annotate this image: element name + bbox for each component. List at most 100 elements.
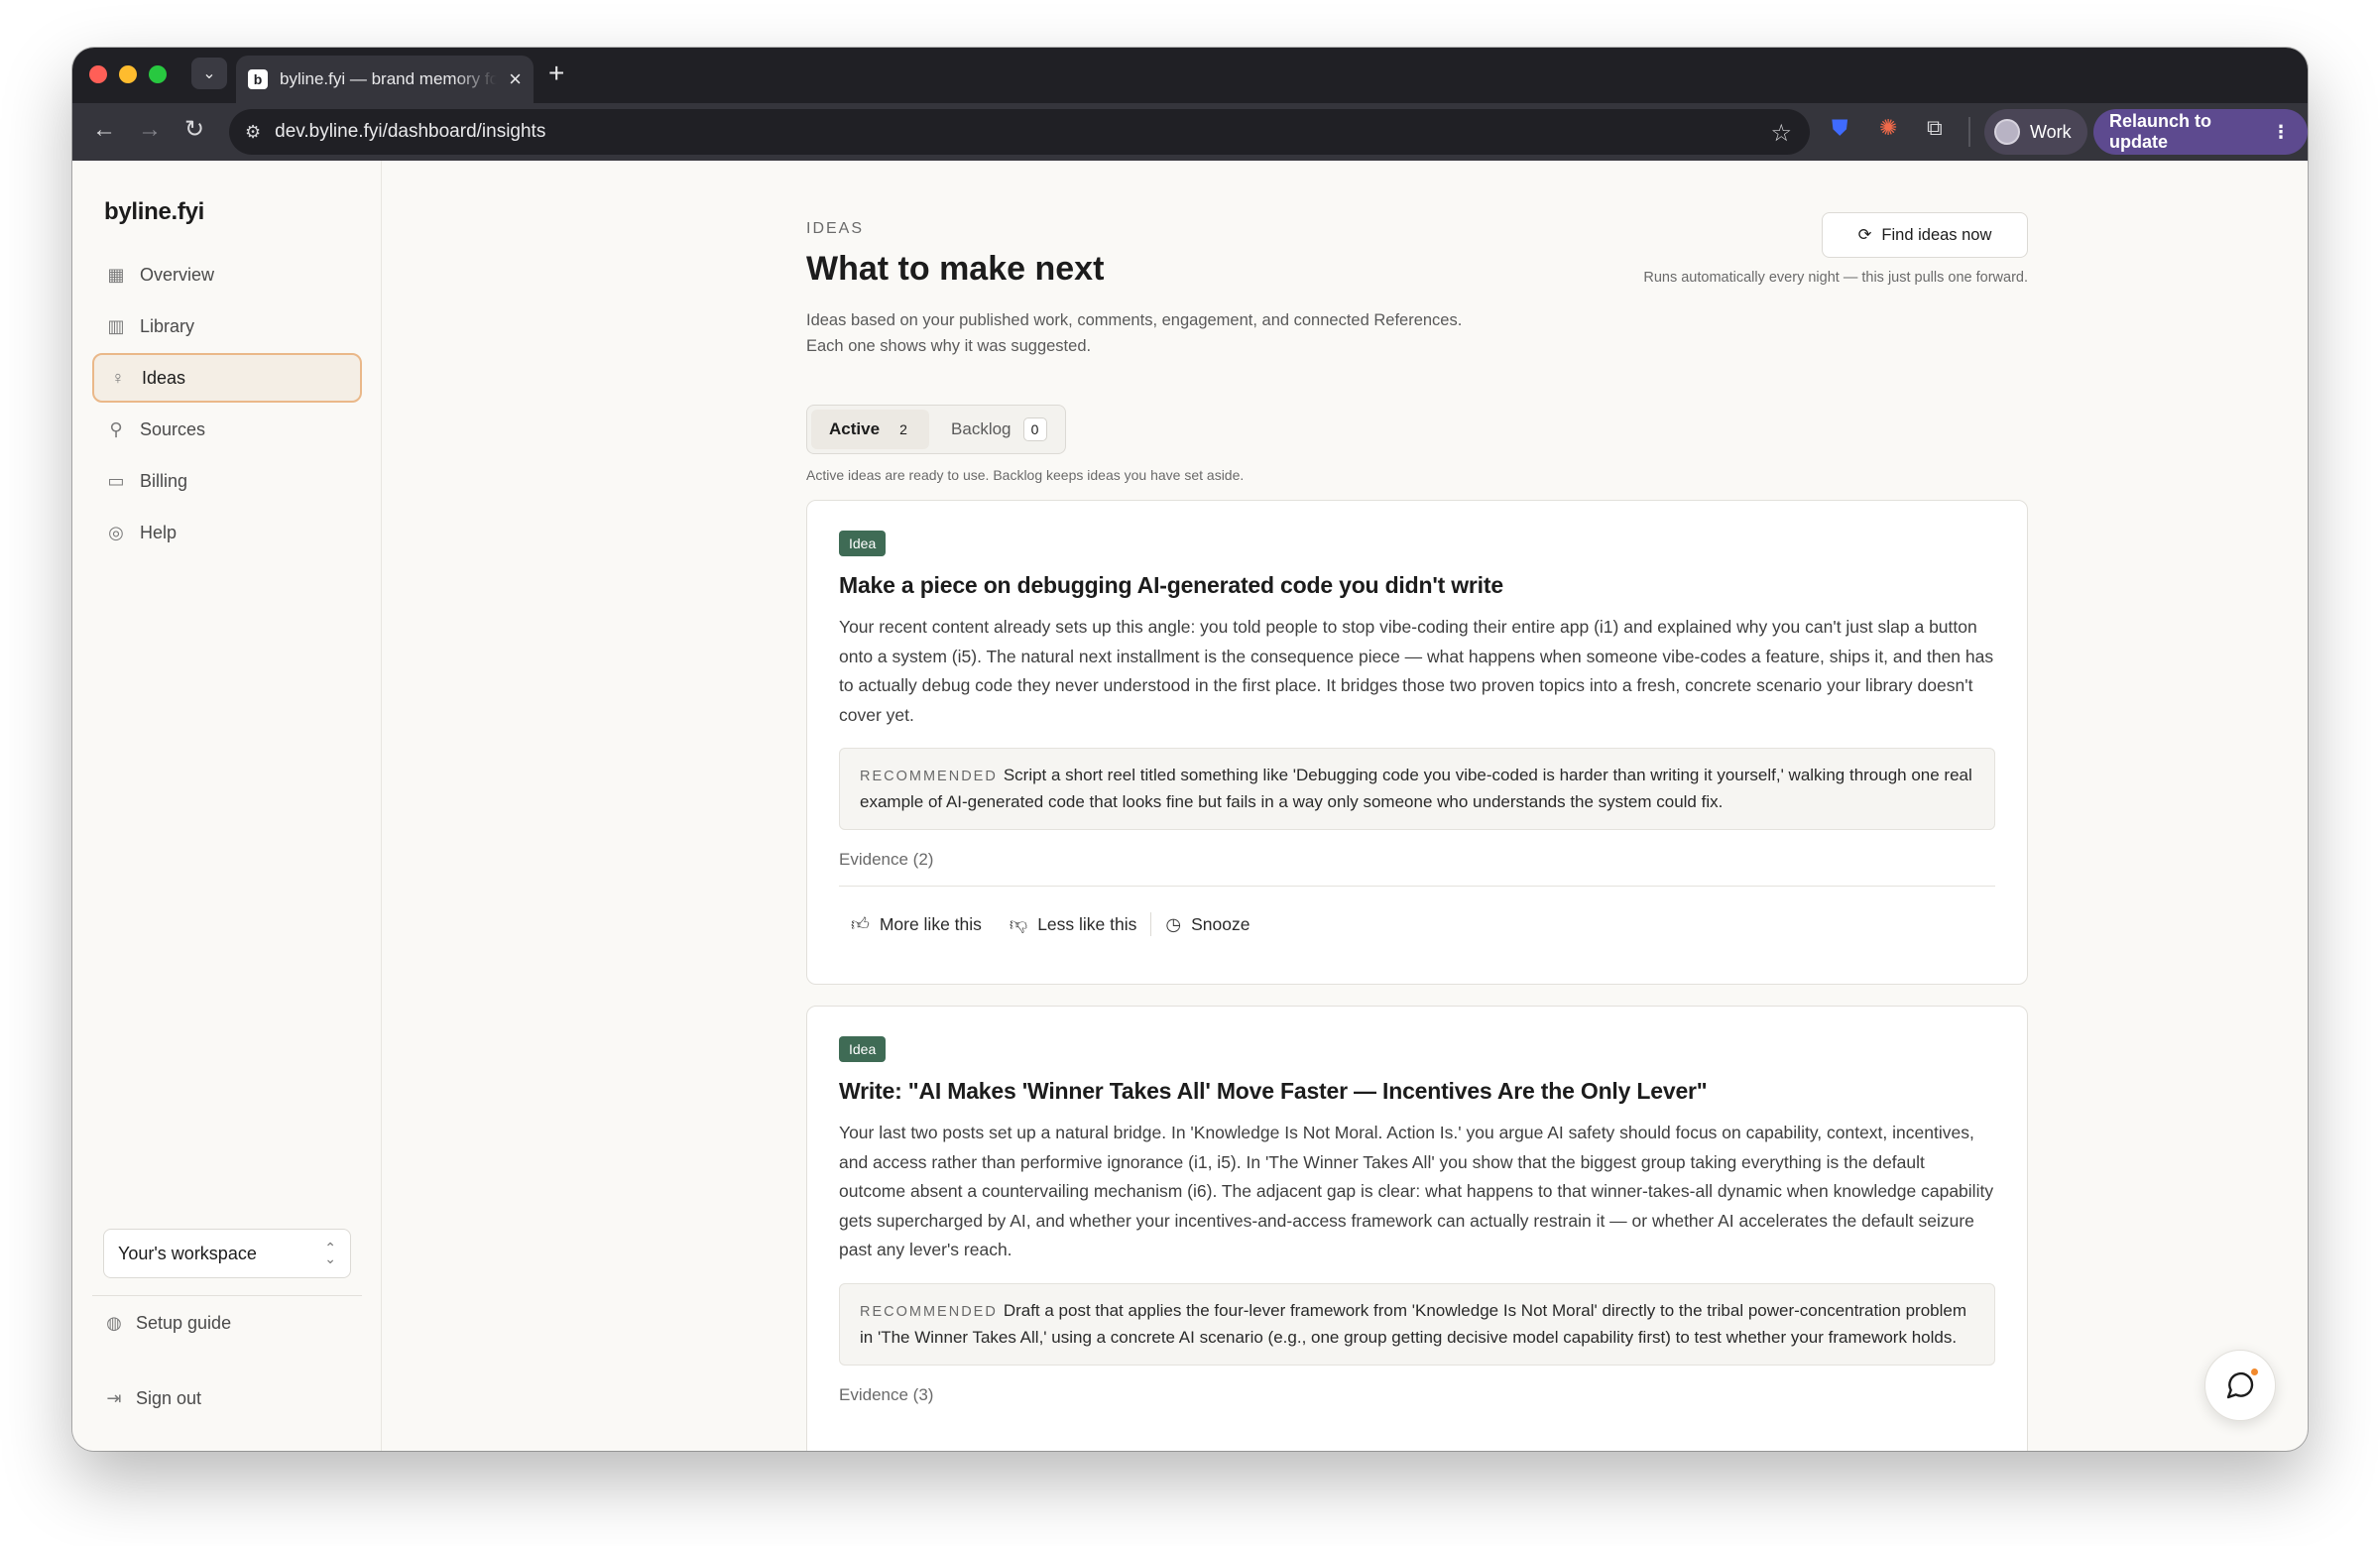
recommended-box: RECOMMENDED Draft a post that applies the…	[839, 1282, 1995, 1366]
browser-window: ⌄ b byline.fyi — brand memory for × + ← …	[72, 48, 2308, 1451]
extensions-puzzle-icon[interactable]: ⧉	[1927, 117, 1943, 139]
sidebar-item-label: Overview	[140, 264, 215, 285]
thumbs-up-icon: 👍︎	[851, 914, 870, 934]
lifebuoy-icon: ◎	[108, 522, 124, 542]
description-line: Each one shows why it was suggested.	[806, 337, 1092, 355]
new-tab-button[interactable]: +	[548, 59, 564, 87]
reload-icon[interactable]: ↻	[184, 118, 204, 142]
count-badge: 2	[892, 417, 916, 441]
chevron-down-icon: ⌄	[202, 65, 216, 82]
idea-badge: Idea	[839, 531, 887, 556]
sidebar: byline.fyi ▦ Overview ▥ Library ♀ Ideas …	[72, 161, 382, 1451]
refresh-icon: ⟳	[1857, 226, 1872, 244]
recommended-label: RECOMMENDED	[860, 769, 998, 784]
workspace-select[interactable]: Your's workspace ⌃ ⌄	[103, 1229, 351, 1278]
close-window-button[interactable]	[89, 65, 107, 83]
sidebar-item-help[interactable]: ◎ Help	[92, 508, 362, 557]
brand-logo[interactable]: byline.fyi	[104, 198, 204, 226]
chevron-up-down-icon: ⌃ ⌄	[324, 1239, 336, 1266]
idea-body: Your last two posts set up a natural bri…	[839, 1123, 1994, 1259]
relaunch-button[interactable]: Relaunch to update ⋮	[2093, 109, 2308, 155]
clock-icon: ◷	[1165, 913, 1182, 934]
evidence-toggle[interactable]: Evidence (2)	[839, 850, 1995, 870]
toolbar-divider	[1968, 117, 1970, 147]
action-label: Less like this	[1037, 913, 1137, 934]
snooze-button[interactable]: ◷ Snooze	[1151, 914, 1263, 935]
action-label: More like this	[879, 913, 982, 934]
avatar	[1994, 119, 2020, 145]
forward-arrow-icon[interactable]: →	[138, 118, 162, 142]
tab-strip: ⌄ b byline.fyi — brand memory for × +	[72, 48, 2308, 103]
bookmark-star-icon[interactable]: ☆	[1770, 119, 1792, 148]
recommended-text: Script a short reel titled something lik…	[860, 766, 1972, 811]
sidebar-item-sources[interactable]: ⚲ Sources	[92, 405, 362, 454]
sidebar-item-label: Ideas	[142, 367, 186, 388]
idea-body: Your recent content already sets up this…	[839, 617, 1994, 725]
recommended-text: Draft a post that applies the four-lever…	[860, 1300, 1967, 1347]
tab-label: Active	[829, 419, 881, 438]
tab-title: byline.fyi — brand memory for	[280, 69, 498, 88]
browser-tab[interactable]: b byline.fyi — brand memory for ×	[236, 56, 534, 103]
sidebar-nav: ▦ Overview ▥ Library ♀ Ideas ⚲ Sources ▭	[92, 250, 362, 559]
more-like-this-button[interactable]: 👍︎ More like this	[839, 913, 996, 935]
sidebar-item-billing[interactable]: ▭ Billing	[92, 456, 362, 506]
workspace-label: Your's workspace	[118, 1243, 257, 1263]
relaunch-label: Relaunch to update	[2109, 111, 2212, 152]
sidebar-item-label: Library	[140, 315, 195, 336]
description-line: Ideas based on your published work, comm…	[806, 311, 1463, 329]
tab-search-button[interactable]: ⌄	[191, 58, 227, 89]
sidebar-item-label: Help	[140, 522, 178, 542]
sign-out-link[interactable]: ⇥ Sign out	[104, 1388, 201, 1409]
idea-tabs: Active 2 Backlog 0	[806, 405, 1066, 454]
tab-active[interactable]: Active 2	[811, 410, 930, 449]
thumbs-down-icon: 👎︎	[1009, 914, 1028, 934]
tabs-note: Active ideas are ready to use. Backlog k…	[806, 467, 1245, 483]
idea-badge: Idea	[839, 1036, 887, 1062]
sign-out-icon: ⇥	[106, 1388, 122, 1408]
sign-out-label: Sign out	[136, 1388, 202, 1408]
evidence-toggle[interactable]: Evidence (3)	[839, 1385, 1995, 1405]
setup-guide-link[interactable]: ◍ Setup guide	[104, 1313, 231, 1334]
url-text[interactable]: dev.byline.fyi/dashboard/insights	[275, 121, 545, 143]
compass-icon: ◍	[106, 1313, 122, 1333]
idea-card: Idea Write: "AI Makes 'Winner Takes All'…	[806, 1006, 2028, 1451]
sidebar-item-library[interactable]: ▥ Library	[92, 301, 362, 351]
tab-backlog[interactable]: Backlog 0	[933, 410, 1060, 449]
books-icon: ▥	[107, 315, 125, 336]
spark-extension-icon[interactable]: ✺	[1879, 117, 1897, 139]
tab-label: Backlog	[951, 419, 1012, 438]
idea-title: Make a piece on debugging AI-generated c…	[839, 572, 1503, 598]
grid-icon: ▦	[107, 264, 125, 285]
chat-button[interactable]	[2204, 1350, 2276, 1421]
site-settings-icon[interactable]: ⚙	[245, 122, 261, 143]
page-title: What to make next	[806, 250, 1105, 288]
credit-card-icon: ▭	[107, 470, 125, 491]
idea-card: Idea Make a piece on debugging AI-genera…	[806, 500, 2028, 985]
browser-toolbar: ← → ↻ ⚙ dev.byline.fyi/dashboard/insight…	[72, 103, 2308, 161]
tab-close-icon[interactable]: ×	[509, 68, 522, 90]
idea-actions: 👍︎ More like this 👎︎ Less like this ◷ Sn…	[839, 887, 1995, 962]
sidebar-item-label: Sources	[140, 418, 206, 439]
main-content: IDEAS What to make next Ideas based on y…	[382, 161, 2308, 1451]
recommended-label: RECOMMENDED	[860, 1303, 998, 1320]
sidebar-item-label: Billing	[140, 470, 188, 491]
shield-extension-icon[interactable]: ⛊	[1832, 117, 1848, 139]
less-like-this-button[interactable]: 👎︎ Less like this	[996, 913, 1150, 935]
find-ideas-note: Runs automatically every night — this ju…	[1643, 270, 2028, 286]
profile-label: Work	[2030, 121, 2072, 142]
sidebar-divider	[92, 1295, 362, 1296]
address-bar[interactable]: ⚙ dev.byline.fyi/dashboard/insights ☆	[229, 109, 1810, 155]
idea-title: Write: "AI Makes 'Winner Takes All' Move…	[839, 1078, 1708, 1104]
page-eyebrow: IDEAS	[806, 220, 865, 237]
window-controls	[89, 65, 167, 83]
find-ideas-button[interactable]: ⟳ Find ideas now	[1822, 212, 2028, 258]
find-ideas-label: Find ideas now	[1881, 225, 1992, 244]
minimize-window-button[interactable]	[119, 65, 137, 83]
sidebar-item-overview[interactable]: ▦ Overview	[92, 250, 362, 299]
maximize-window-button[interactable]	[149, 65, 167, 83]
profile-button[interactable]: Work	[1984, 109, 2087, 155]
sidebar-item-ideas[interactable]: ♀ Ideas	[92, 353, 362, 403]
app: byline.fyi ▦ Overview ▥ Library ♀ Ideas …	[72, 161, 2308, 1451]
action-label: Snooze	[1191, 913, 1250, 934]
back-arrow-icon[interactable]: ←	[92, 118, 116, 142]
